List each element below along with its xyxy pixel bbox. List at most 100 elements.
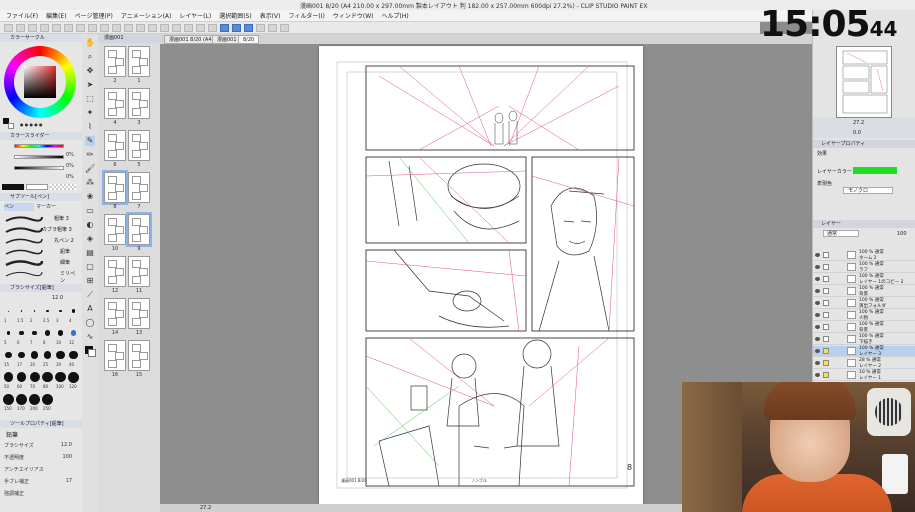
operation-tool-icon[interactable]: ➤ (85, 80, 95, 90)
brush-item[interactable]: 細筆 (4, 258, 78, 268)
page-thumbnail[interactable] (104, 256, 126, 287)
balloon-icon[interactable]: ◯ (85, 318, 95, 328)
color-wheel[interactable] (4, 46, 76, 118)
shrink-selection-icon[interactable] (172, 23, 181, 32)
fg-color-bar[interactable] (2, 184, 24, 190)
page-thumbnail[interactable] (104, 214, 126, 245)
canvas-tab-active[interactable]: 8/20 (238, 35, 260, 44)
move-tool-icon[interactable]: ✥ (85, 66, 95, 76)
layer-row[interactable]: 100 % 通常 人物 (813, 310, 915, 321)
clip-studio-icon[interactable] (280, 23, 289, 32)
snap-grid-icon[interactable] (244, 23, 253, 32)
figure-icon[interactable]: ▢ (85, 262, 95, 272)
brush-size-option[interactable]: 60 (15, 370, 28, 392)
layer-row[interactable]: 100 % 通常 ラフ (813, 262, 915, 273)
eye-icon[interactable] (815, 349, 820, 353)
menu-file[interactable]: ファイル(F) (6, 11, 38, 20)
brush-tool-icon[interactable]: 🖌 (85, 164, 95, 174)
page-thumbnail[interactable] (102, 170, 128, 205)
prop-antialias[interactable]: アンチエイリアス (4, 466, 78, 474)
brush-size-option[interactable]: 15 (2, 348, 15, 370)
brush-item[interactable]: 鉛筆 (4, 247, 78, 257)
lock-toggle-icon[interactable] (823, 264, 829, 270)
ruler-tool-icon[interactable]: ⟋ (85, 290, 95, 300)
brush-item[interactable]: 丸ペン 2 (4, 236, 78, 246)
lock-toggle-icon[interactable] (823, 324, 829, 330)
selection-tool-icon[interactable]: ⬚ (85, 94, 95, 104)
lock-toggle-icon[interactable] (823, 312, 829, 318)
lock-toggle-icon[interactable] (823, 372, 829, 378)
fill-tool-icon[interactable]: ◈ (85, 234, 95, 244)
brush-size-option[interactable]: 17 (15, 348, 28, 370)
layer-row[interactable]: 100 % 通常 下描き (813, 334, 915, 345)
eye-icon[interactable] (815, 277, 820, 281)
brush-size-option[interactable]: 1 (2, 304, 15, 326)
cut-icon[interactable] (64, 23, 73, 32)
eye-icon[interactable] (815, 253, 820, 257)
hand-tool-icon[interactable]: ✋ (85, 38, 95, 48)
prop-stabilization[interactable]: 手ブレ補正 17 (4, 478, 78, 486)
lock-toggle-icon[interactable] (823, 336, 829, 342)
brush-size-option[interactable]: 20 (28, 348, 41, 370)
menu-layer[interactable]: レイヤー(L) (179, 11, 211, 20)
invert-selection-icon[interactable] (136, 23, 145, 32)
menu-edit[interactable]: 編集(E) (46, 11, 66, 20)
layer-row[interactable]: 100 % 通常 レイヤー 3 (813, 346, 915, 357)
brush-size-option[interactable]: 5 (2, 326, 15, 348)
brush-size-option[interactable]: 4 (67, 304, 80, 326)
deselect-icon[interactable] (124, 23, 133, 32)
lock-toggle-icon[interactable] (823, 300, 829, 306)
auto-select-icon[interactable]: ✦ (85, 108, 95, 118)
layer-color-swatch[interactable] (853, 167, 897, 174)
sub-color-chip[interactable] (88, 349, 96, 357)
layer-opacity[interactable]: 100 (897, 231, 907, 237)
import-icon[interactable] (196, 23, 205, 32)
airbrush-icon[interactable]: ⁂ (85, 178, 95, 188)
decoration-icon[interactable]: ❀ (85, 192, 95, 202)
layer-row[interactable]: 100 % 通常 背景 (813, 322, 915, 333)
brush-size-option[interactable]: 2 (28, 304, 41, 326)
transform-icon[interactable] (112, 23, 121, 32)
brush-item[interactable]: 粗筆 3 (4, 214, 78, 224)
new-file-icon[interactable] (4, 23, 13, 32)
eye-icon[interactable] (815, 301, 820, 305)
expression-select[interactable]: モノクロ (843, 187, 893, 194)
snap-perspective-icon[interactable] (256, 23, 265, 32)
layer-row[interactable]: 100 % 通常 背景 (813, 286, 915, 297)
brush-item[interactable]: ミリペン (4, 269, 78, 284)
saturation-slider[interactable] (14, 155, 64, 159)
zoom-level[interactable]: 27.2 (200, 504, 211, 512)
copy-icon[interactable] (76, 23, 85, 32)
prop-brush-size[interactable]: ブラシサイズ 12.0 (4, 442, 78, 450)
crop-icon[interactable] (184, 23, 193, 32)
brush-size-option[interactable]: 40 (67, 348, 80, 370)
text-tool-icon[interactable]: A (85, 304, 95, 314)
undo-icon[interactable] (40, 23, 49, 32)
subtool-tab-marker[interactable]: マーカー (36, 203, 66, 211)
eye-icon[interactable] (815, 265, 820, 269)
sub-color-swatch[interactable] (8, 123, 14, 129)
pencil-tool-icon[interactable]: ✏ (85, 150, 95, 160)
layer-row[interactable]: 100 % 通常 レイヤー 1のコピー 2 (813, 274, 915, 285)
lock-toggle-icon[interactable] (823, 360, 829, 366)
page-thumbnail[interactable] (128, 256, 150, 287)
manga-page[interactable]: 8 漫画001 8/20 ノンブル (319, 46, 643, 504)
menu-view[interactable]: 表示(V) (260, 11, 281, 20)
menu-filter[interactable]: フィルター(I) (289, 11, 325, 20)
eye-icon[interactable] (815, 337, 820, 341)
prop-opacity[interactable]: 不透明度 100 (4, 454, 78, 462)
snap-ruler-icon[interactable] (232, 23, 241, 32)
eye-icon[interactable] (815, 289, 820, 293)
redo-icon[interactable] (52, 23, 61, 32)
pen-tool-icon[interactable]: ✎ (85, 136, 95, 146)
brush-size-option[interactable]: 1.5 (15, 304, 28, 326)
brush-size-option[interactable]: 6 (15, 326, 28, 348)
page-thumbnail[interactable] (128, 340, 150, 371)
navigator-preview[interactable] (836, 46, 892, 118)
eraser-icon[interactable]: ▭ (85, 206, 95, 216)
page-thumbnail[interactable] (104, 130, 126, 161)
frame-border-icon[interactable]: ⊞ (85, 276, 95, 286)
line-correction-icon[interactable]: ∿ (85, 332, 95, 342)
save-icon[interactable] (28, 23, 37, 32)
navigator-angle[interactable]: 0.0 (853, 128, 861, 138)
